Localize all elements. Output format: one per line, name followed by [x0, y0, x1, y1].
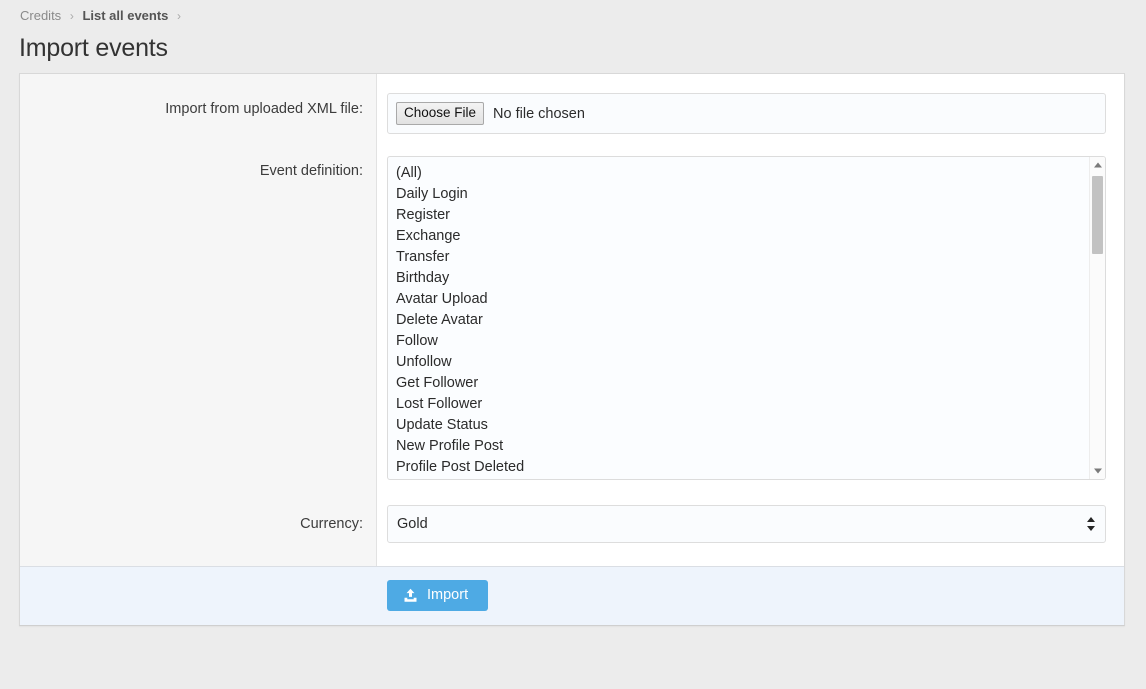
list-item[interactable]: Register [395, 205, 1089, 226]
file-row-field: Choose File No file chosen [377, 93, 1124, 134]
import-events-panel: Import from uploaded XML file: Choose Fi… [19, 73, 1125, 626]
choose-file-button[interactable]: Choose File [396, 102, 484, 125]
list-item[interactable]: Profile Post Deleted [395, 457, 1089, 478]
select-updown-arrows-icon [1087, 516, 1096, 532]
list-item[interactable]: Birthday [395, 268, 1089, 289]
scroll-up-arrow-icon[interactable] [1090, 157, 1105, 173]
breadcrumb-item-credits[interactable]: Credits [20, 8, 61, 23]
page-title: Import events [19, 32, 168, 64]
list-item[interactable]: (All) [395, 163, 1089, 184]
import-form: Import from uploaded XML file: Choose Fi… [20, 74, 1124, 566]
list-item[interactable]: Receive Profile Post [395, 478, 1089, 479]
list-item[interactable]: Unfollow [395, 352, 1089, 373]
breadcrumb: Credits › List all events › [20, 7, 186, 25]
list-item[interactable]: Avatar Upload [395, 289, 1089, 310]
form-row-currency: Currency: Gold [20, 480, 1124, 566]
list-item[interactable]: Exchange [395, 226, 1089, 247]
list-item[interactable]: Update Status [395, 415, 1089, 436]
import-button-label: Import [427, 580, 468, 611]
currency-select[interactable]: Gold [387, 505, 1106, 543]
breadcrumb-item-list-all-events[interactable]: List all events [82, 8, 168, 23]
scrollbar-thumb[interactable] [1092, 176, 1103, 254]
event-definition-label: Event definition: [20, 156, 377, 181]
file-status-text: No file chosen [493, 105, 585, 123]
import-button[interactable]: Import [387, 580, 488, 611]
breadcrumb-separator-icon: › [70, 9, 74, 23]
form-row-file: Import from uploaded XML file: Choose Fi… [20, 74, 1124, 134]
upload-icon [403, 588, 418, 603]
list-item[interactable]: Lost Follower [395, 394, 1089, 415]
list-item[interactable]: Delete Avatar [395, 310, 1089, 331]
event-definition-options: (All) Daily Login Register Exchange Tran… [388, 157, 1089, 479]
currency-field: Gold [377, 505, 1124, 543]
file-input[interactable]: Choose File No file chosen [387, 93, 1106, 134]
list-item[interactable]: New Profile Post [395, 436, 1089, 457]
panel-footer: Import [20, 566, 1124, 625]
scroll-down-arrow-icon[interactable] [1090, 463, 1105, 479]
currency-label: Currency: [20, 505, 377, 534]
listbox-scrollbar[interactable] [1089, 157, 1105, 479]
breadcrumb-separator-icon-2: › [177, 9, 181, 23]
list-item[interactable]: Transfer [395, 247, 1089, 268]
list-item[interactable]: Daily Login [395, 184, 1089, 205]
currency-selected-value: Gold [397, 515, 428, 533]
event-definition-listbox[interactable]: (All) Daily Login Register Exchange Tran… [387, 156, 1106, 480]
list-item[interactable]: Follow [395, 331, 1089, 352]
form-row-event-definition: Event definition: (All) Daily Login Regi… [20, 134, 1124, 480]
event-definition-field: (All) Daily Login Register Exchange Tran… [377, 156, 1124, 480]
list-item[interactable]: Get Follower [395, 373, 1089, 394]
file-row-label: Import from uploaded XML file: [20, 93, 377, 119]
